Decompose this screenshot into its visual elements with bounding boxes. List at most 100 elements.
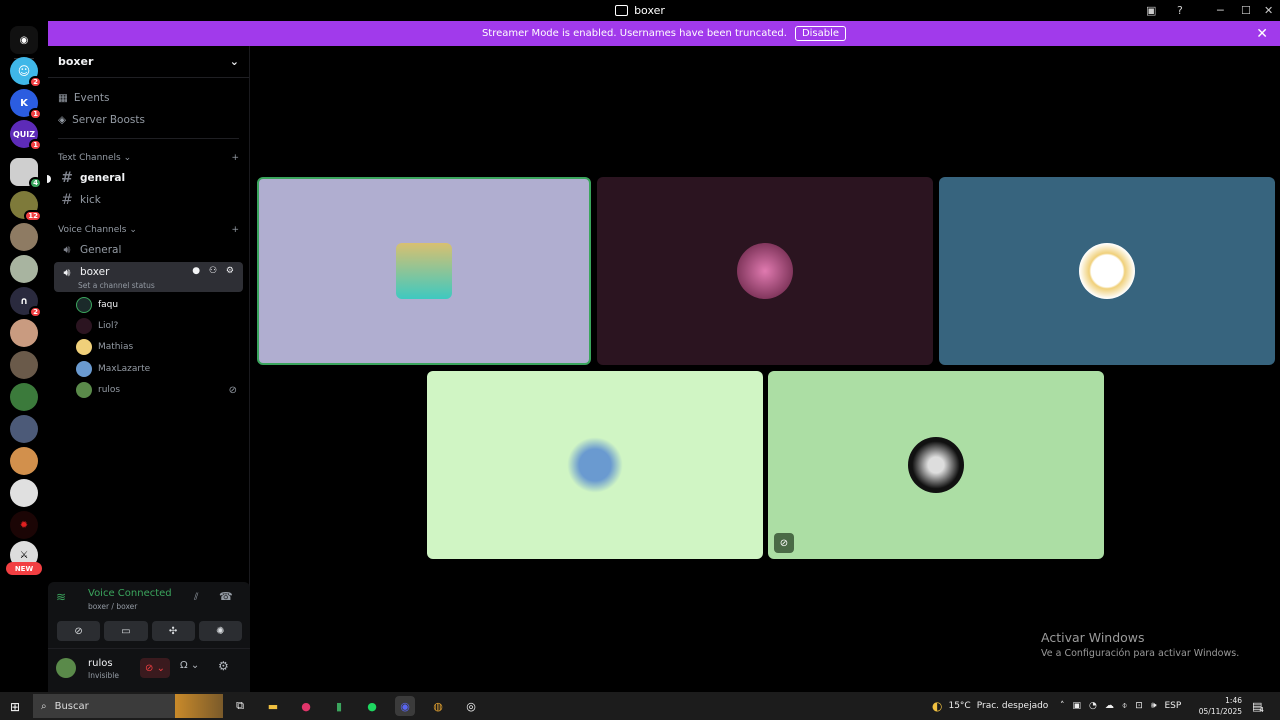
notification-center[interactable]: ▤ 4 xyxy=(1252,692,1264,720)
channel-general[interactable]: # general xyxy=(54,167,243,189)
tray-icon[interactable]: ◔ xyxy=(1089,701,1097,711)
new-badge: NEW xyxy=(6,562,42,575)
avatar xyxy=(76,382,92,398)
voice-user[interactable]: Liol? xyxy=(76,316,241,336)
avatar xyxy=(76,318,92,334)
server-icon[interactable]: ∩ 2 xyxy=(10,287,42,318)
user-panel: ≋ Voice Connected boxer / boxer ⫽ ☎ ⊘ ▭ … xyxy=(48,582,250,692)
noise-suppression-icon[interactable]: ⫽ xyxy=(194,592,198,603)
server-icon[interactable] xyxy=(10,319,38,347)
maximize-button[interactable]: ☐ xyxy=(1241,0,1251,21)
help-icon[interactable]: ? xyxy=(1177,0,1183,21)
streamer-mode-banner: Streamer Mode is enabled. Usernames have… xyxy=(48,21,1280,46)
voice-status[interactable]: Voice Connected xyxy=(88,588,172,599)
add-channel-icon[interactable]: + xyxy=(231,153,239,163)
hashtag-icon: # xyxy=(61,192,73,208)
discord-home-icon[interactable]: ◉ xyxy=(10,26,38,54)
tray-icon[interactable]: ▣ xyxy=(1073,701,1082,711)
system-tray[interactable]: ˄ ▣ ◔ ☁ ⌽ ⊡ 🕪︎ ESP xyxy=(1060,692,1181,720)
voice-user[interactable]: faqu xyxy=(76,295,241,315)
voice-channel-boxer[interactable]: 🔊︎ boxer ● ⚇ ⚙ Set a channel status xyxy=(54,262,243,292)
participant-tile[interactable] xyxy=(427,371,763,559)
server-icon[interactable] xyxy=(10,223,38,251)
tray-icon[interactable]: ☁ xyxy=(1105,701,1114,711)
task-view-icon[interactable]: ⧉ xyxy=(230,696,250,716)
voice-channels-category[interactable]: Voice Channels ⌄ + xyxy=(58,222,239,238)
chrome-icon[interactable]: ◍ xyxy=(428,696,448,716)
app-icon xyxy=(615,5,629,16)
screen-share-button[interactable]: ▭ xyxy=(104,621,148,641)
app-icon[interactable]: ◎ xyxy=(461,696,481,716)
watermark-subtitle: Ve a Configuración para activar Windows. xyxy=(1041,648,1240,659)
disable-streamer-mode-button[interactable]: Disable xyxy=(794,26,847,41)
speaker-icon: 🔊︎ xyxy=(63,266,71,279)
settings-gear-icon[interactable]: ⚙ xyxy=(218,659,229,673)
clock[interactable]: 1:46 05/11/2025 xyxy=(1198,692,1242,720)
headphones-icon[interactable]: Ω ⌄ xyxy=(180,660,199,671)
server-boosts-item[interactable]: ◈ Server Boosts xyxy=(58,109,241,131)
channel-kick[interactable]: # kick xyxy=(54,189,243,211)
channel-status[interactable]: Set a channel status xyxy=(78,281,155,290)
add-channel-icon[interactable]: + xyxy=(231,225,239,235)
server-icon[interactable] xyxy=(10,255,38,283)
server-header[interactable]: boxer ⌄ xyxy=(48,46,249,78)
weather-icon: ◐ xyxy=(932,699,943,713)
participant-tile[interactable] xyxy=(597,177,933,365)
microphone-icon[interactable]: ⌽ xyxy=(1122,701,1127,711)
close-window-button[interactable]: ✕ xyxy=(1264,0,1273,21)
server-icon[interactable]: QUIZ 1 xyxy=(10,120,42,151)
windows-start-icon[interactable]: ⊞ xyxy=(10,700,20,714)
server-icon[interactable] xyxy=(10,447,38,475)
camera-off-button[interactable]: ⊘ xyxy=(57,621,101,641)
discord-taskbar-icon[interactable]: ◉ xyxy=(395,696,415,716)
disconnect-icon[interactable]: ☎ xyxy=(219,590,233,603)
minimize-button[interactable]: ─ xyxy=(1217,0,1224,21)
server-icon[interactable]: 4 xyxy=(10,158,42,189)
server-rail: ◉ ☺ 2 K1 QUIZ 1 4 12 ∩ 2 ✹ ⚔ NEW xyxy=(0,21,48,692)
server-icon[interactable] xyxy=(10,415,38,443)
voice-user[interactable]: Mathias xyxy=(76,337,241,357)
date: 05/11/2025 xyxy=(1198,707,1242,716)
voice-user-name: MaxLazarte xyxy=(98,364,151,374)
user-name[interactable]: rulos xyxy=(88,658,113,669)
hashtag-icon: # xyxy=(61,170,73,186)
soundboard-button[interactable]: ✺ xyxy=(198,621,242,641)
muted-mic-icon: ⊘ xyxy=(228,384,237,396)
network-icon[interactable]: ⊡ xyxy=(1135,701,1143,711)
language-indicator[interactable]: ESP xyxy=(1165,701,1182,711)
server-icon[interactable]: ☺ 2 xyxy=(10,57,42,88)
app-icon[interactable]: ▮ xyxy=(329,696,349,716)
channel-actions[interactable]: ● ⚇ ⚙ xyxy=(192,266,237,276)
mute-mic-button[interactable]: ⊘ ⌄ xyxy=(140,658,170,678)
voice-channel-general[interactable]: 🔊︎ General xyxy=(54,239,243,261)
server-icon[interactable] xyxy=(10,479,38,507)
events-item[interactable]: ▦ Events xyxy=(58,87,241,109)
activities-button[interactable]: ✣ xyxy=(151,621,195,641)
server-icon[interactable]: 12 xyxy=(10,191,42,222)
chevron-down-icon: ⌄ xyxy=(229,55,239,68)
file-explorer-icon[interactable]: ▬ xyxy=(263,696,283,716)
text-channels-category[interactable]: Text Channels ⌄ + xyxy=(58,150,239,166)
participant-tile[interactable]: ⊘ xyxy=(768,371,1104,559)
weather-temp: 15°C xyxy=(948,701,971,711)
server-icon[interactable]: K1 xyxy=(10,89,42,120)
spotify-icon[interactable]: ● xyxy=(362,696,382,716)
close-banner-icon[interactable]: ✕ xyxy=(1256,26,1268,42)
badge: 4 xyxy=(29,177,42,189)
volume-icon[interactable]: 🕪︎ xyxy=(1151,701,1157,711)
app-icon[interactable]: ● xyxy=(296,696,316,716)
voice-user[interactable]: rulos ⊘ xyxy=(76,380,241,400)
participant-tile[interactable] xyxy=(939,177,1275,365)
category-label: Voice Channels xyxy=(58,225,127,235)
chevron-up-icon[interactable]: ˄ xyxy=(1060,701,1065,711)
avatar[interactable] xyxy=(56,658,76,678)
server-icon[interactable] xyxy=(10,383,38,411)
server-icon[interactable] xyxy=(10,351,38,379)
inbox-icon[interactable]: ▣ xyxy=(1146,0,1156,21)
taskbar-search[interactable]: ⌕ Buscar xyxy=(33,694,223,718)
participant-tile[interactable] xyxy=(257,177,591,365)
voice-location: boxer / boxer xyxy=(88,602,138,611)
weather-widget[interactable]: ◐ 15°C Prac. despejado xyxy=(932,692,1048,720)
server-icon[interactable]: ✹ xyxy=(10,511,38,539)
voice-user[interactable]: MaxLazarte xyxy=(76,359,241,379)
